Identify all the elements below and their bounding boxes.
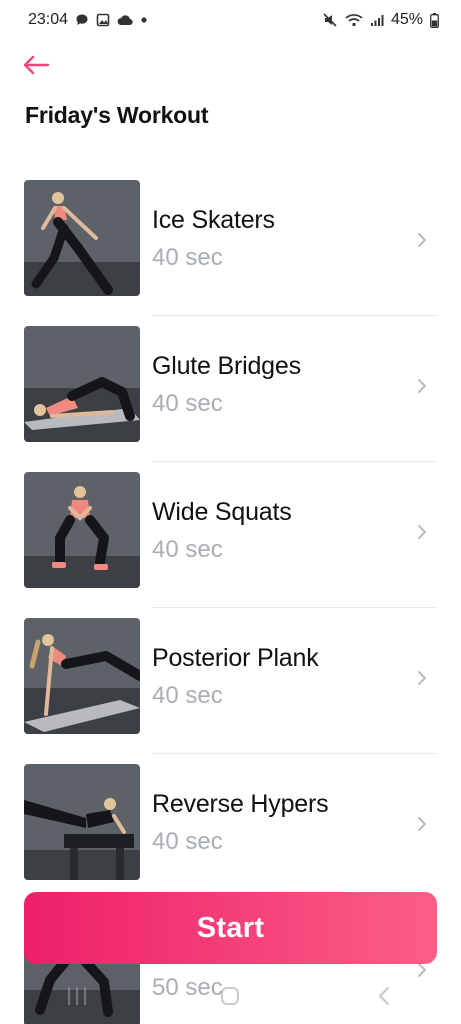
exercise-item-posterior-plank[interactable]: Posterior Plank 40 sec [0,608,461,754]
exercise-duration: 40 sec [152,682,223,709]
exercise-name: Posterior Plank [152,644,319,672]
recent-apps-icon [67,986,86,1006]
signal-icon [370,14,384,27]
recent-apps-button[interactable] [57,976,97,1016]
cloud-icon [117,14,133,26]
exercise-duration: 40 sec [152,536,223,563]
dot-icon [140,16,148,24]
exercise-item-wide-squats[interactable]: Wide Squats 40 sec [0,462,461,608]
chevron-right-icon [418,379,426,393]
battery-percent: 45% [390,11,423,28]
back-button[interactable] [22,50,54,80]
chevron-right-icon [418,817,426,831]
status-bar: 23:04 45% [0,0,461,40]
mute-icon [322,12,338,28]
exercise-thumbnail [24,764,140,880]
exercise-thumbnail [24,180,140,296]
chat-icon [75,13,89,27]
battery-icon [430,12,439,28]
chevron-right-icon [418,233,426,247]
exercise-thumbnail [24,618,140,734]
page-title: Friday's Workout [25,102,209,128]
arrow-left-icon [23,55,50,75]
chevron-right-icon [418,525,426,539]
status-left: 23:04 [28,11,148,29]
exercise-duration: 40 sec [152,244,223,271]
chevron-right-icon [418,671,426,685]
home-icon [221,987,240,1005]
exercise-item-reverse-hypers[interactable]: Reverse Hypers 40 sec [0,754,461,900]
back-nav-button[interactable] [364,976,404,1016]
exercise-thumbnail [24,326,140,442]
system-nav-bar [0,968,461,1024]
exercise-name: Reverse Hypers [152,790,329,818]
start-button[interactable]: Start [24,892,437,964]
exercise-thumbnail [24,472,140,588]
exercise-name: Wide Squats [152,498,292,526]
exercise-item-ice-skaters[interactable]: Ice Skaters 40 sec [0,170,461,316]
exercise-name: Ice Skaters [152,206,275,234]
exercise-name: Glute Bridges [152,352,301,380]
wifi-icon [345,13,363,27]
exercise-item-glute-bridges[interactable]: Glute Bridges 40 sec [0,316,461,462]
exercise-duration: 40 sec [152,390,223,417]
clock: 23:04 [28,11,69,28]
back-nav-icon [379,986,390,1006]
image-icon [96,13,110,27]
exercise-duration: 40 sec [152,828,223,855]
status-right: 45% [322,11,439,29]
home-button[interactable] [210,976,250,1016]
